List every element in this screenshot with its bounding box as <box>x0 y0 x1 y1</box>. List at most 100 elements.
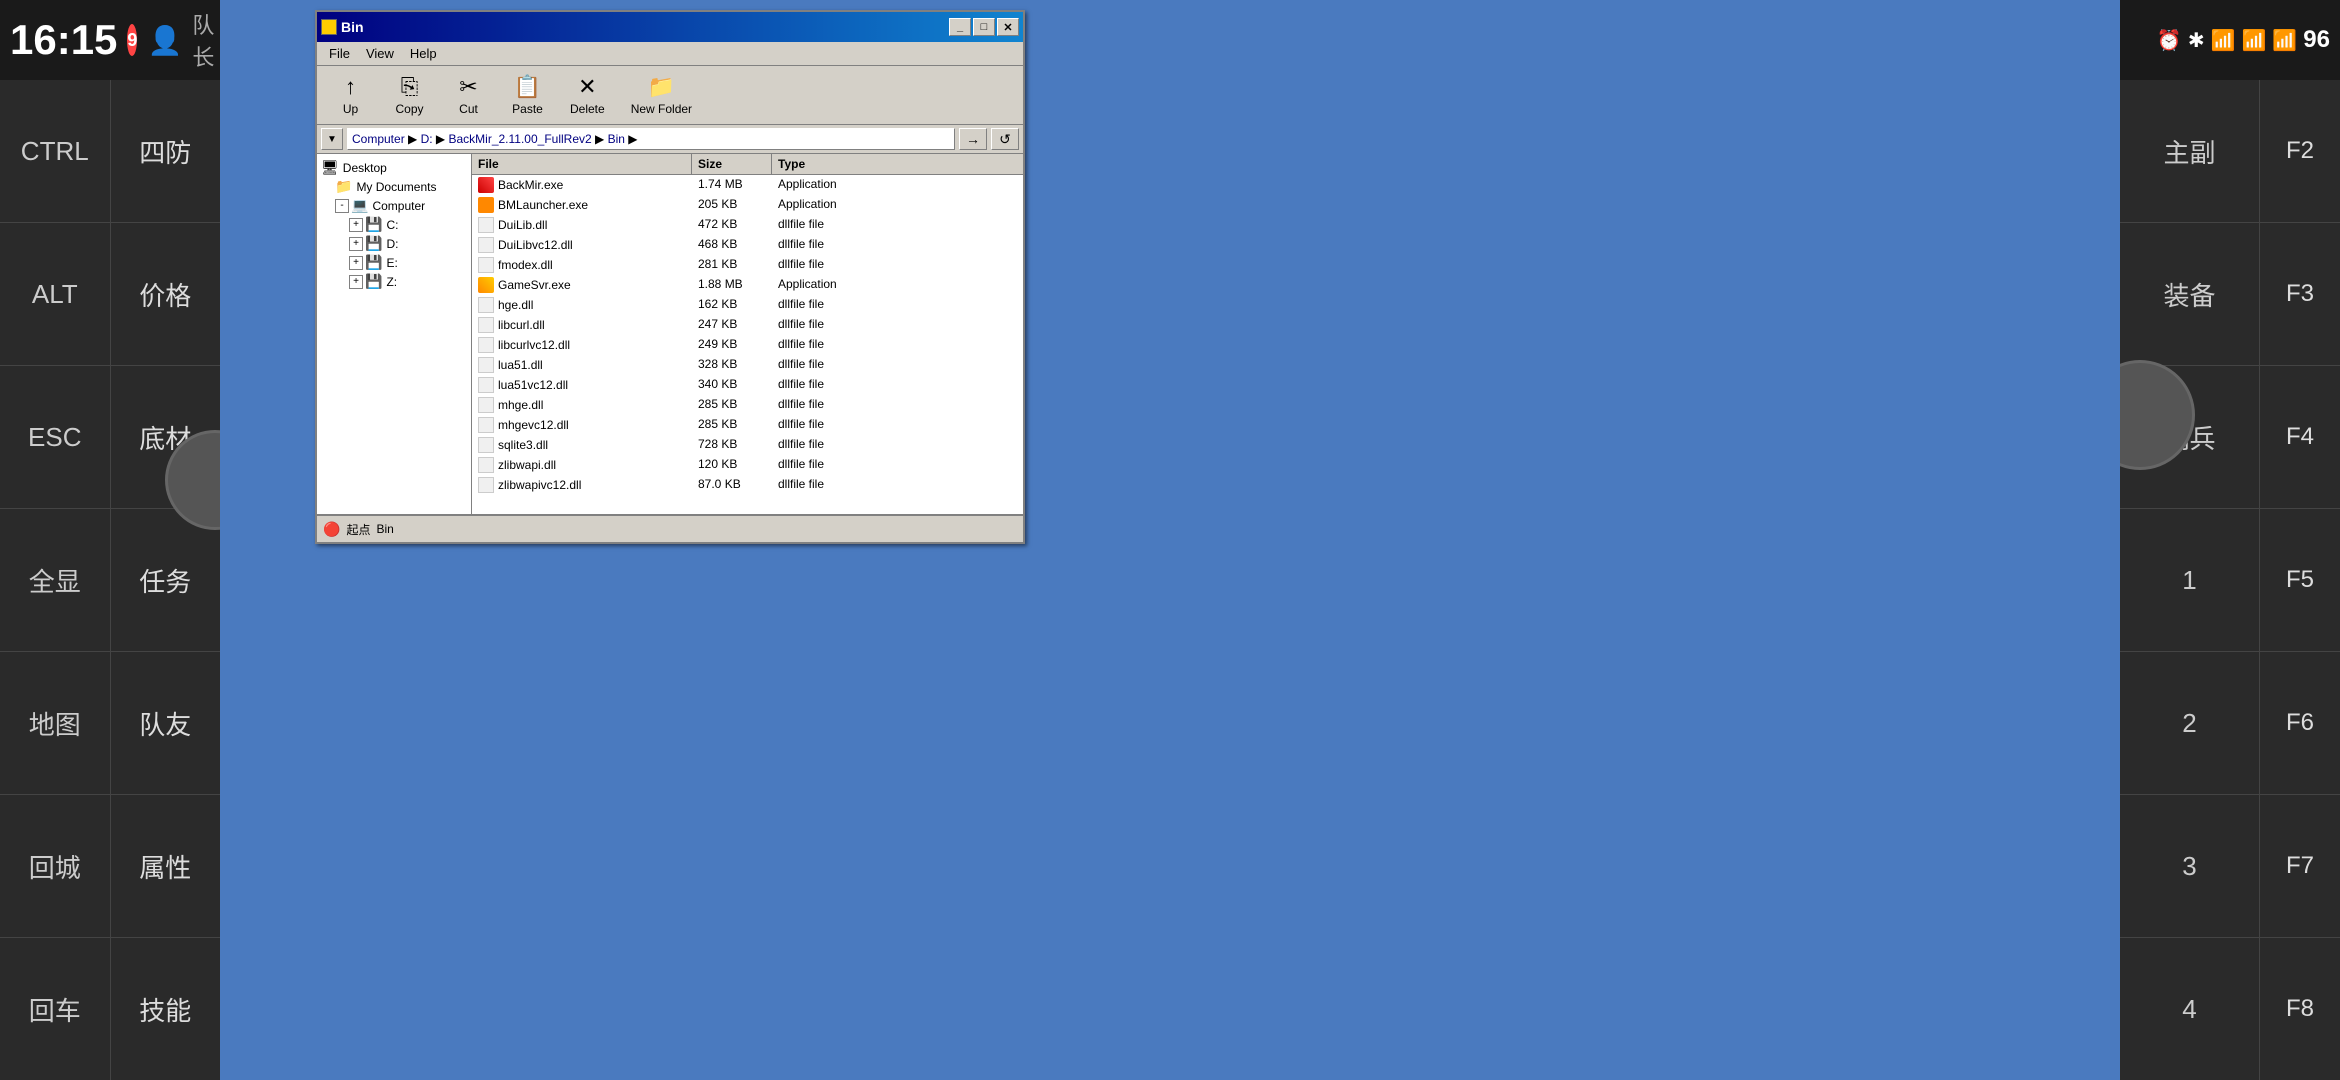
size-backmirexe: 1.74 MB <box>692 176 772 194</box>
col-header-size[interactable]: Size <box>692 154 772 174</box>
btn-f6[interactable]: F6 <box>2260 652 2340 794</box>
toolbar-cut-button[interactable]: ✂ Cut <box>441 70 496 120</box>
btn-row-quanxian: 全显 任务 <box>0 509 220 652</box>
statusbar-label: 起点 <box>346 521 370 538</box>
tree-e[interactable]: + 💾 E: <box>349 253 467 272</box>
btn-1[interactable]: 1 <box>2120 509 2260 651</box>
type-mhge: dllfile file <box>772 396 1023 414</box>
toolbar-newfolder-button[interactable]: 📁 New Folder <box>620 70 703 120</box>
file-row-bmlauncher[interactable]: BMLauncher.exe 205 KB Application <box>472 195 1023 215</box>
tree-c-expand[interactable]: + <box>349 218 363 232</box>
file-name-duilib12: DuiLibvc12.dll <box>472 236 692 254</box>
btn-3[interactable]: 3 <box>2120 795 2260 937</box>
toolbar-delete-button[interactable]: ✕ Delete <box>559 70 616 120</box>
tree-computer-label: Computer <box>372 199 425 213</box>
addr-d[interactable]: D: <box>421 132 433 146</box>
btn-jiage[interactable]: 价格 <box>111 223 221 365</box>
btn-zhuangbei[interactable]: 装备 <box>2120 223 2260 365</box>
type-duilib: dllfile file <box>772 216 1023 234</box>
address-refresh-button[interactable]: ↺ <box>991 128 1019 150</box>
file-row-backmirexe[interactable]: BackMir.exe 1.74 MB Application <box>472 175 1023 195</box>
btn-renwu[interactable]: 任务 <box>111 509 221 651</box>
menu-file[interactable]: File <box>321 44 358 63</box>
close-button[interactable]: ✕ <box>997 18 1019 36</box>
tree-desktop[interactable]: 🖥 Desktop <box>321 158 467 177</box>
size-fmodex: 281 KB <box>692 256 772 274</box>
file-row-gamesvr[interactable]: GameSvr.exe 1.88 MB Application <box>472 275 1023 295</box>
toolbar-copy-label: Copy <box>395 102 423 116</box>
file-row-duilib12[interactable]: DuiLibvc12.dll 468 KB dllfile file <box>472 235 1023 255</box>
btn-row-huicheng: 回城 属性 <box>0 795 220 938</box>
file-row-zlibwapi[interactable]: zlibwapi.dll 120 KB dllfile file <box>472 455 1023 475</box>
label-bmlauncher: BMLauncher.exe <box>498 198 588 212</box>
btn-ctrl[interactable]: CTRL <box>0 80 111 222</box>
btn-2[interactable]: 2 <box>2120 652 2260 794</box>
toolbar-paste-button[interactable]: 📋 Paste <box>500 70 555 120</box>
tree-e-expand[interactable]: + <box>349 256 363 270</box>
file-row-libcurl[interactable]: libcurl.dll 247 KB dllfile file <box>472 315 1023 335</box>
btn-f4[interactable]: F4 <box>2260 366 2340 508</box>
btn-esc[interactable]: ESC <box>0 366 111 508</box>
tree-c[interactable]: + 💾 C: <box>349 215 467 234</box>
btn-f5[interactable]: F5 <box>2260 509 2340 651</box>
icon-bmlauncher <box>478 197 494 213</box>
minimize-button[interactable]: _ <box>949 18 971 36</box>
newfolder-icon: 📁 <box>648 74 675 100</box>
btn-huicheng[interactable]: 回城 <box>0 795 111 937</box>
btn-row-ditu: 地图 队友 <box>0 652 220 795</box>
file-row-lua5112[interactable]: lua51vc12.dll 340 KB dllfile file <box>472 375 1023 395</box>
wifi-icon: 📶 <box>2211 28 2236 53</box>
toolbar-up-button[interactable]: ↑ Up <box>323 70 378 120</box>
btn-f2[interactable]: F2 <box>2260 80 2340 222</box>
btn-quanxian[interactable]: 全显 <box>0 509 111 651</box>
address-dropdown[interactable]: ▼ <box>321 128 343 150</box>
tree-d-expand[interactable]: + <box>349 237 363 251</box>
maximize-button[interactable]: □ <box>973 18 995 36</box>
tree-d[interactable]: + 💾 D: <box>349 234 467 253</box>
menu-help[interactable]: Help <box>402 44 445 63</box>
tree-z[interactable]: + 💾 Z: <box>349 272 467 291</box>
tree-mydocs[interactable]: 📁 My Documents <box>335 177 467 196</box>
file-row-mhge12[interactable]: mhgevc12.dll 285 KB dllfile file <box>472 415 1023 435</box>
address-go-button[interactable]: → <box>959 128 987 150</box>
btn-4[interactable]: 4 <box>2120 938 2260 1080</box>
file-row-mhge[interactable]: mhge.dll 285 KB dllfile file <box>472 395 1023 415</box>
tree-z-expand[interactable]: + <box>349 275 363 289</box>
file-row-libcurl12[interactable]: libcurlvc12.dll 249 KB dllfile file <box>472 335 1023 355</box>
status-icons: ⏰ ✱ 📶 📶 📶 96 <box>2157 26 2330 54</box>
icon-gamesvr <box>478 277 494 293</box>
btn-f8[interactable]: F8 <box>2260 938 2340 1080</box>
file-row-zlibwapi12[interactable]: zlibwapivc12.dll 87.0 KB dllfile file <box>472 475 1023 495</box>
btn-huiche[interactable]: 回车 <box>0 938 111 1080</box>
addr-bin[interactable]: Bin <box>608 132 625 146</box>
btn-ditu[interactable]: 地图 <box>0 652 111 794</box>
addr-backmirdir[interactable]: BackMir_2.11.00_FullRev2 <box>449 132 592 146</box>
type-zlibwapi: dllfile file <box>772 456 1023 474</box>
right-buttons: 主副 F2 装备 F3 佣兵 F4 1 F5 2 F6 3 F7 4 F8 <box>2120 80 2340 1080</box>
btn-sifang[interactable]: 四防 <box>111 80 221 222</box>
btn-f7[interactable]: F7 <box>2260 795 2340 937</box>
menu-view[interactable]: View <box>358 44 402 63</box>
file-row-duilib[interactable]: DuiLib.dll 472 KB dllfile file <box>472 215 1023 235</box>
toolbar-delete-label: Delete <box>570 102 605 116</box>
col-header-name[interactable]: File <box>472 154 692 174</box>
btn-duiyou[interactable]: 队友 <box>111 652 221 794</box>
type-zlibwapi12: dllfile file <box>772 476 1023 494</box>
file-row-lua51[interactable]: lua51.dll 328 KB dllfile file <box>472 355 1023 375</box>
file-row-sqlite[interactable]: sqlite3.dll 728 KB dllfile file <box>472 435 1023 455</box>
tree-computer[interactable]: - 💻 Computer <box>335 196 467 215</box>
toolbar-copy-button[interactable]: ⎘ Copy <box>382 70 437 120</box>
btn-zhufù[interactable]: 主副 <box>2120 80 2260 222</box>
addr-computer[interactable]: Computer <box>352 132 405 146</box>
btn-jineng[interactable]: 技能 <box>111 938 221 1080</box>
btn-shuxing[interactable]: 属性 <box>111 795 221 937</box>
btn-f3[interactable]: F3 <box>2260 223 2340 365</box>
tree-computer-expand[interactable]: - <box>335 199 349 213</box>
col-header-type[interactable]: Type <box>772 154 1023 174</box>
label-duilib: DuiLib.dll <box>498 218 547 232</box>
file-row-hge[interactable]: hge.dll 162 KB dllfile file <box>472 295 1023 315</box>
btn-row-alt: ALT 价格 <box>0 223 220 366</box>
btn-alt[interactable]: ALT <box>0 223 111 365</box>
size-libcurl12: 249 KB <box>692 336 772 354</box>
file-row-fmodex[interactable]: fmodex.dll 281 KB dllfile file <box>472 255 1023 275</box>
